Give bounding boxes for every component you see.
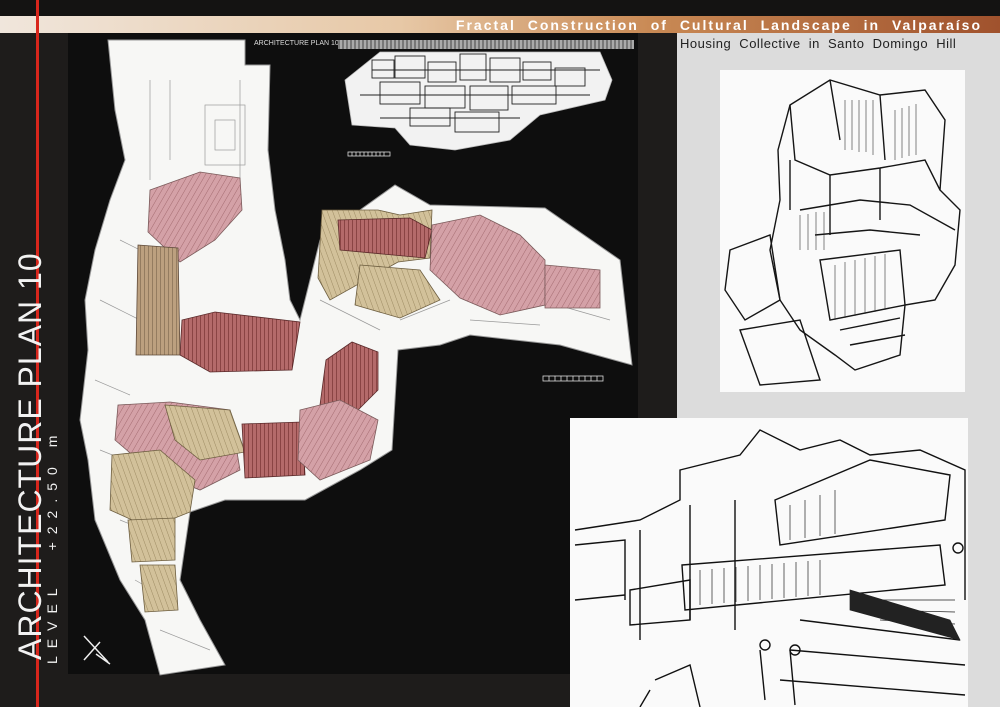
sketch-perspective	[570, 418, 968, 707]
section-title-bar	[338, 40, 634, 49]
section-drawing	[344, 51, 613, 151]
north-arrow-icon	[83, 635, 111, 665]
plan-level-label: LEVEL	[44, 580, 60, 664]
plan-level-value: +22.50 m	[44, 427, 60, 551]
sketch-axonometric	[720, 70, 965, 392]
floor-plan-drawing	[79, 39, 968, 707]
presentation-sheet: Fractal Construction of Cultural Landsca…	[0, 0, 1000, 707]
plan-level: LEVEL +22.50 m	[44, 428, 60, 664]
section-label: ARCHITECTURE PLAN 10	[254, 40, 339, 47]
